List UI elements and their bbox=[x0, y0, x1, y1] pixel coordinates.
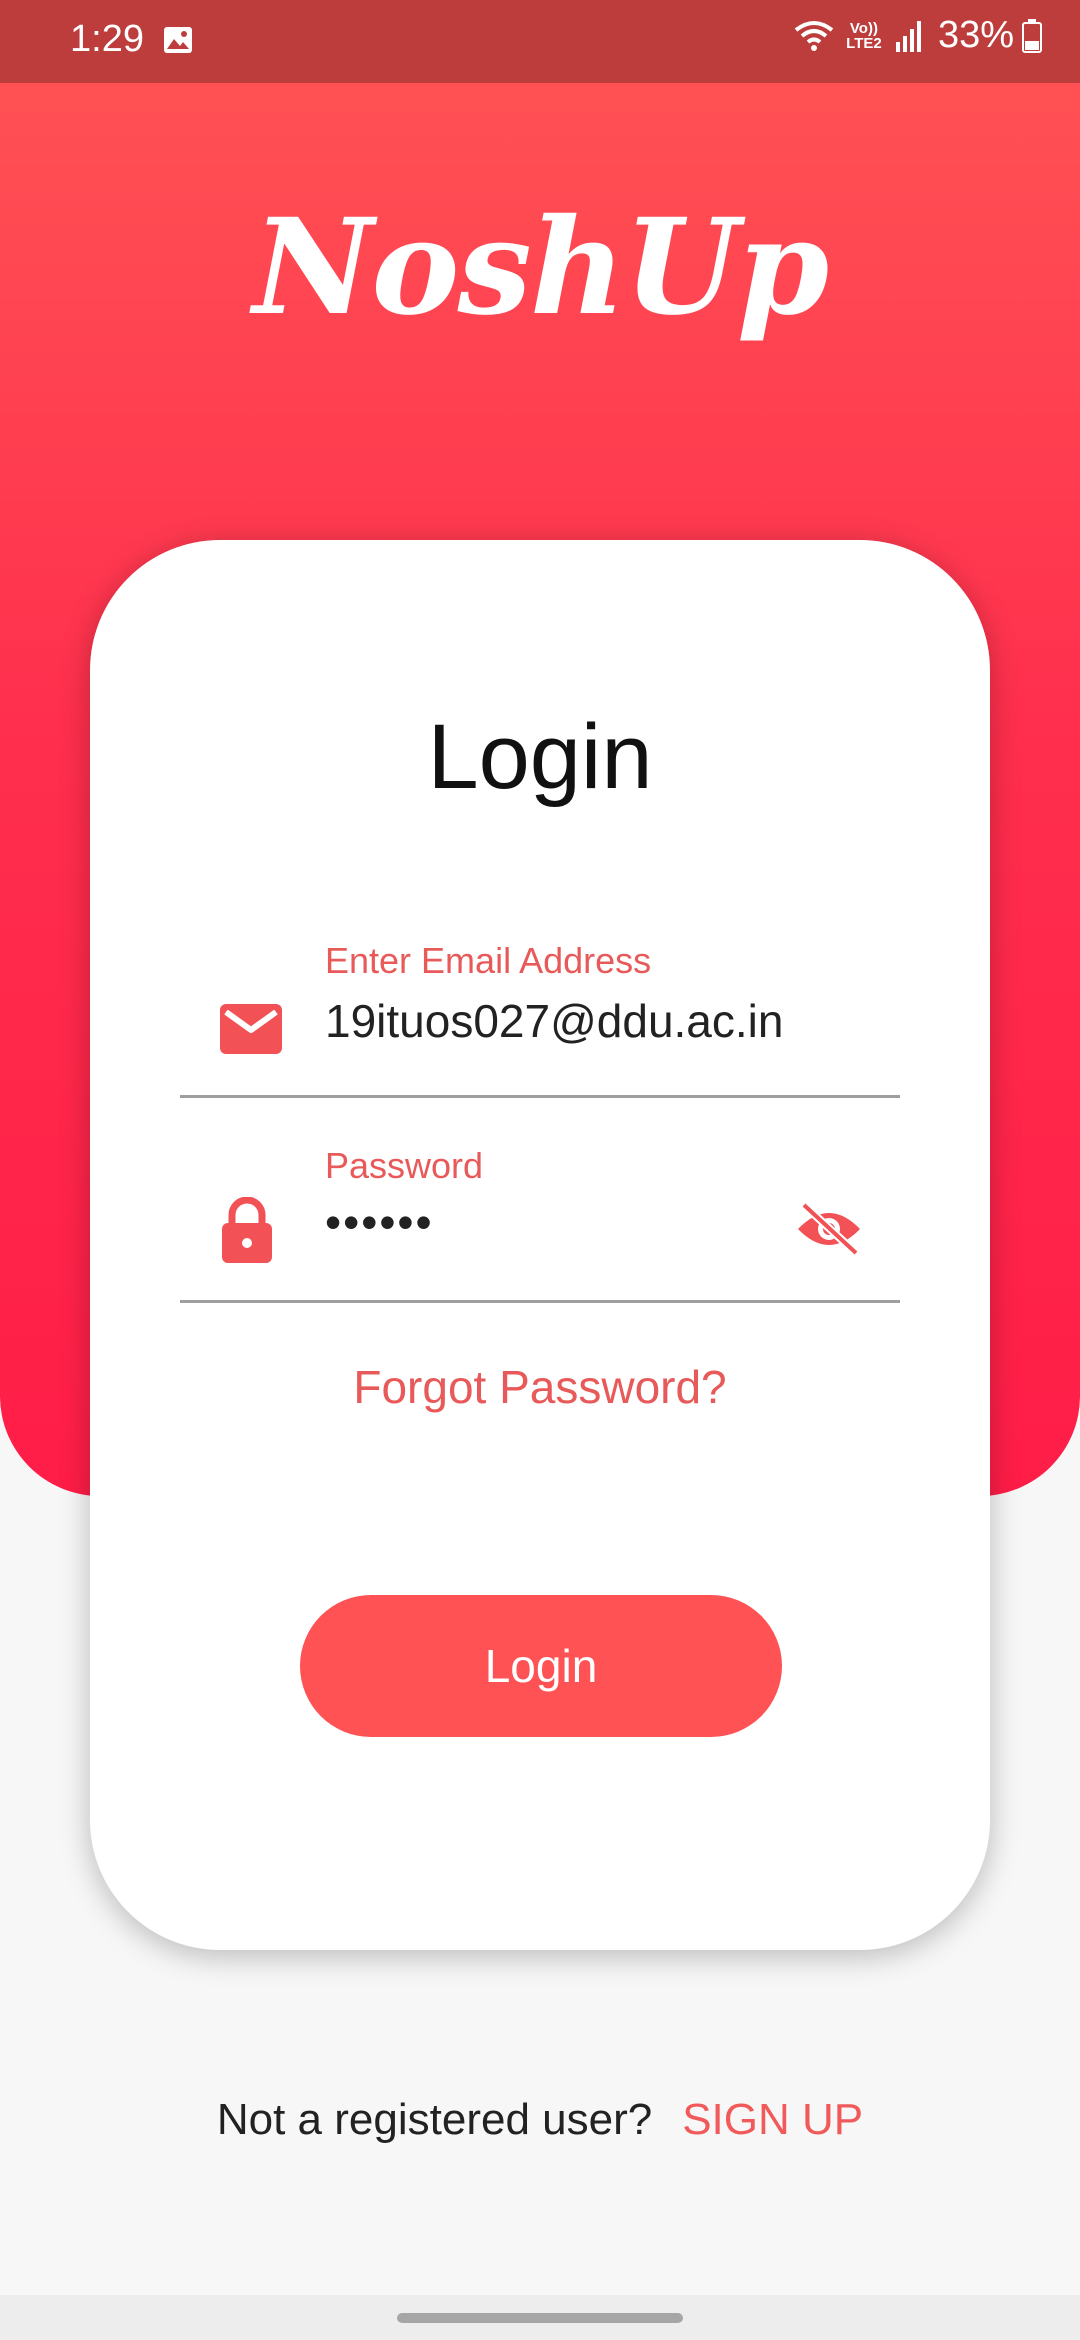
lock-icon bbox=[222, 1197, 272, 1263]
wifi-icon bbox=[794, 20, 834, 51]
battery-icon bbox=[1022, 18, 1042, 53]
signup-prompt: Not a registered user? SIGN UP bbox=[0, 2095, 1080, 2145]
login-card: Login Enter Email Address 19ituos027@ddu… bbox=[90, 540, 990, 1950]
email-underline bbox=[180, 1095, 900, 1098]
forgot-password-link[interactable]: Forgot Password? bbox=[90, 1360, 990, 1414]
login-button[interactable]: Login bbox=[300, 1595, 782, 1737]
page-title: Login bbox=[427, 706, 653, 808]
status-time: 1:29 bbox=[70, 18, 144, 60]
signal-icon bbox=[895, 20, 921, 52]
signup-question: Not a registered user? bbox=[216, 2095, 653, 2144]
status-bar: 1:29 Vo)) LTE2 33% bbox=[0, 0, 1080, 83]
image-notification-icon bbox=[164, 27, 192, 53]
password-input[interactable]: •••••• bbox=[325, 1195, 434, 1249]
email-input[interactable]: 19ituos027@ddu.ac.in bbox=[325, 994, 783, 1048]
status-icons: Vo)) LTE2 33% bbox=[794, 14, 1042, 57]
eye-off-icon[interactable] bbox=[794, 1201, 864, 1257]
password-underline bbox=[180, 1300, 900, 1303]
battery-percent: 33% bbox=[937, 14, 1014, 56]
network-type-label: Vo)) LTE2 bbox=[846, 19, 882, 52]
password-label: Password bbox=[325, 1145, 484, 1186]
home-indicator[interactable] bbox=[397, 2313, 683, 2323]
email-field[interactable]: Enter Email Address 19ituos027@ddu.ac.in bbox=[180, 940, 900, 1098]
navigation-bar bbox=[0, 2295, 1080, 2340]
password-field[interactable]: Password •••••• bbox=[180, 1145, 900, 1303]
signup-link[interactable]: SIGN UP bbox=[682, 2095, 863, 2144]
email-label: Enter Email Address bbox=[325, 940, 652, 981]
envelope-icon bbox=[220, 1004, 282, 1054]
app-logo: NoshUp bbox=[252, 190, 829, 345]
